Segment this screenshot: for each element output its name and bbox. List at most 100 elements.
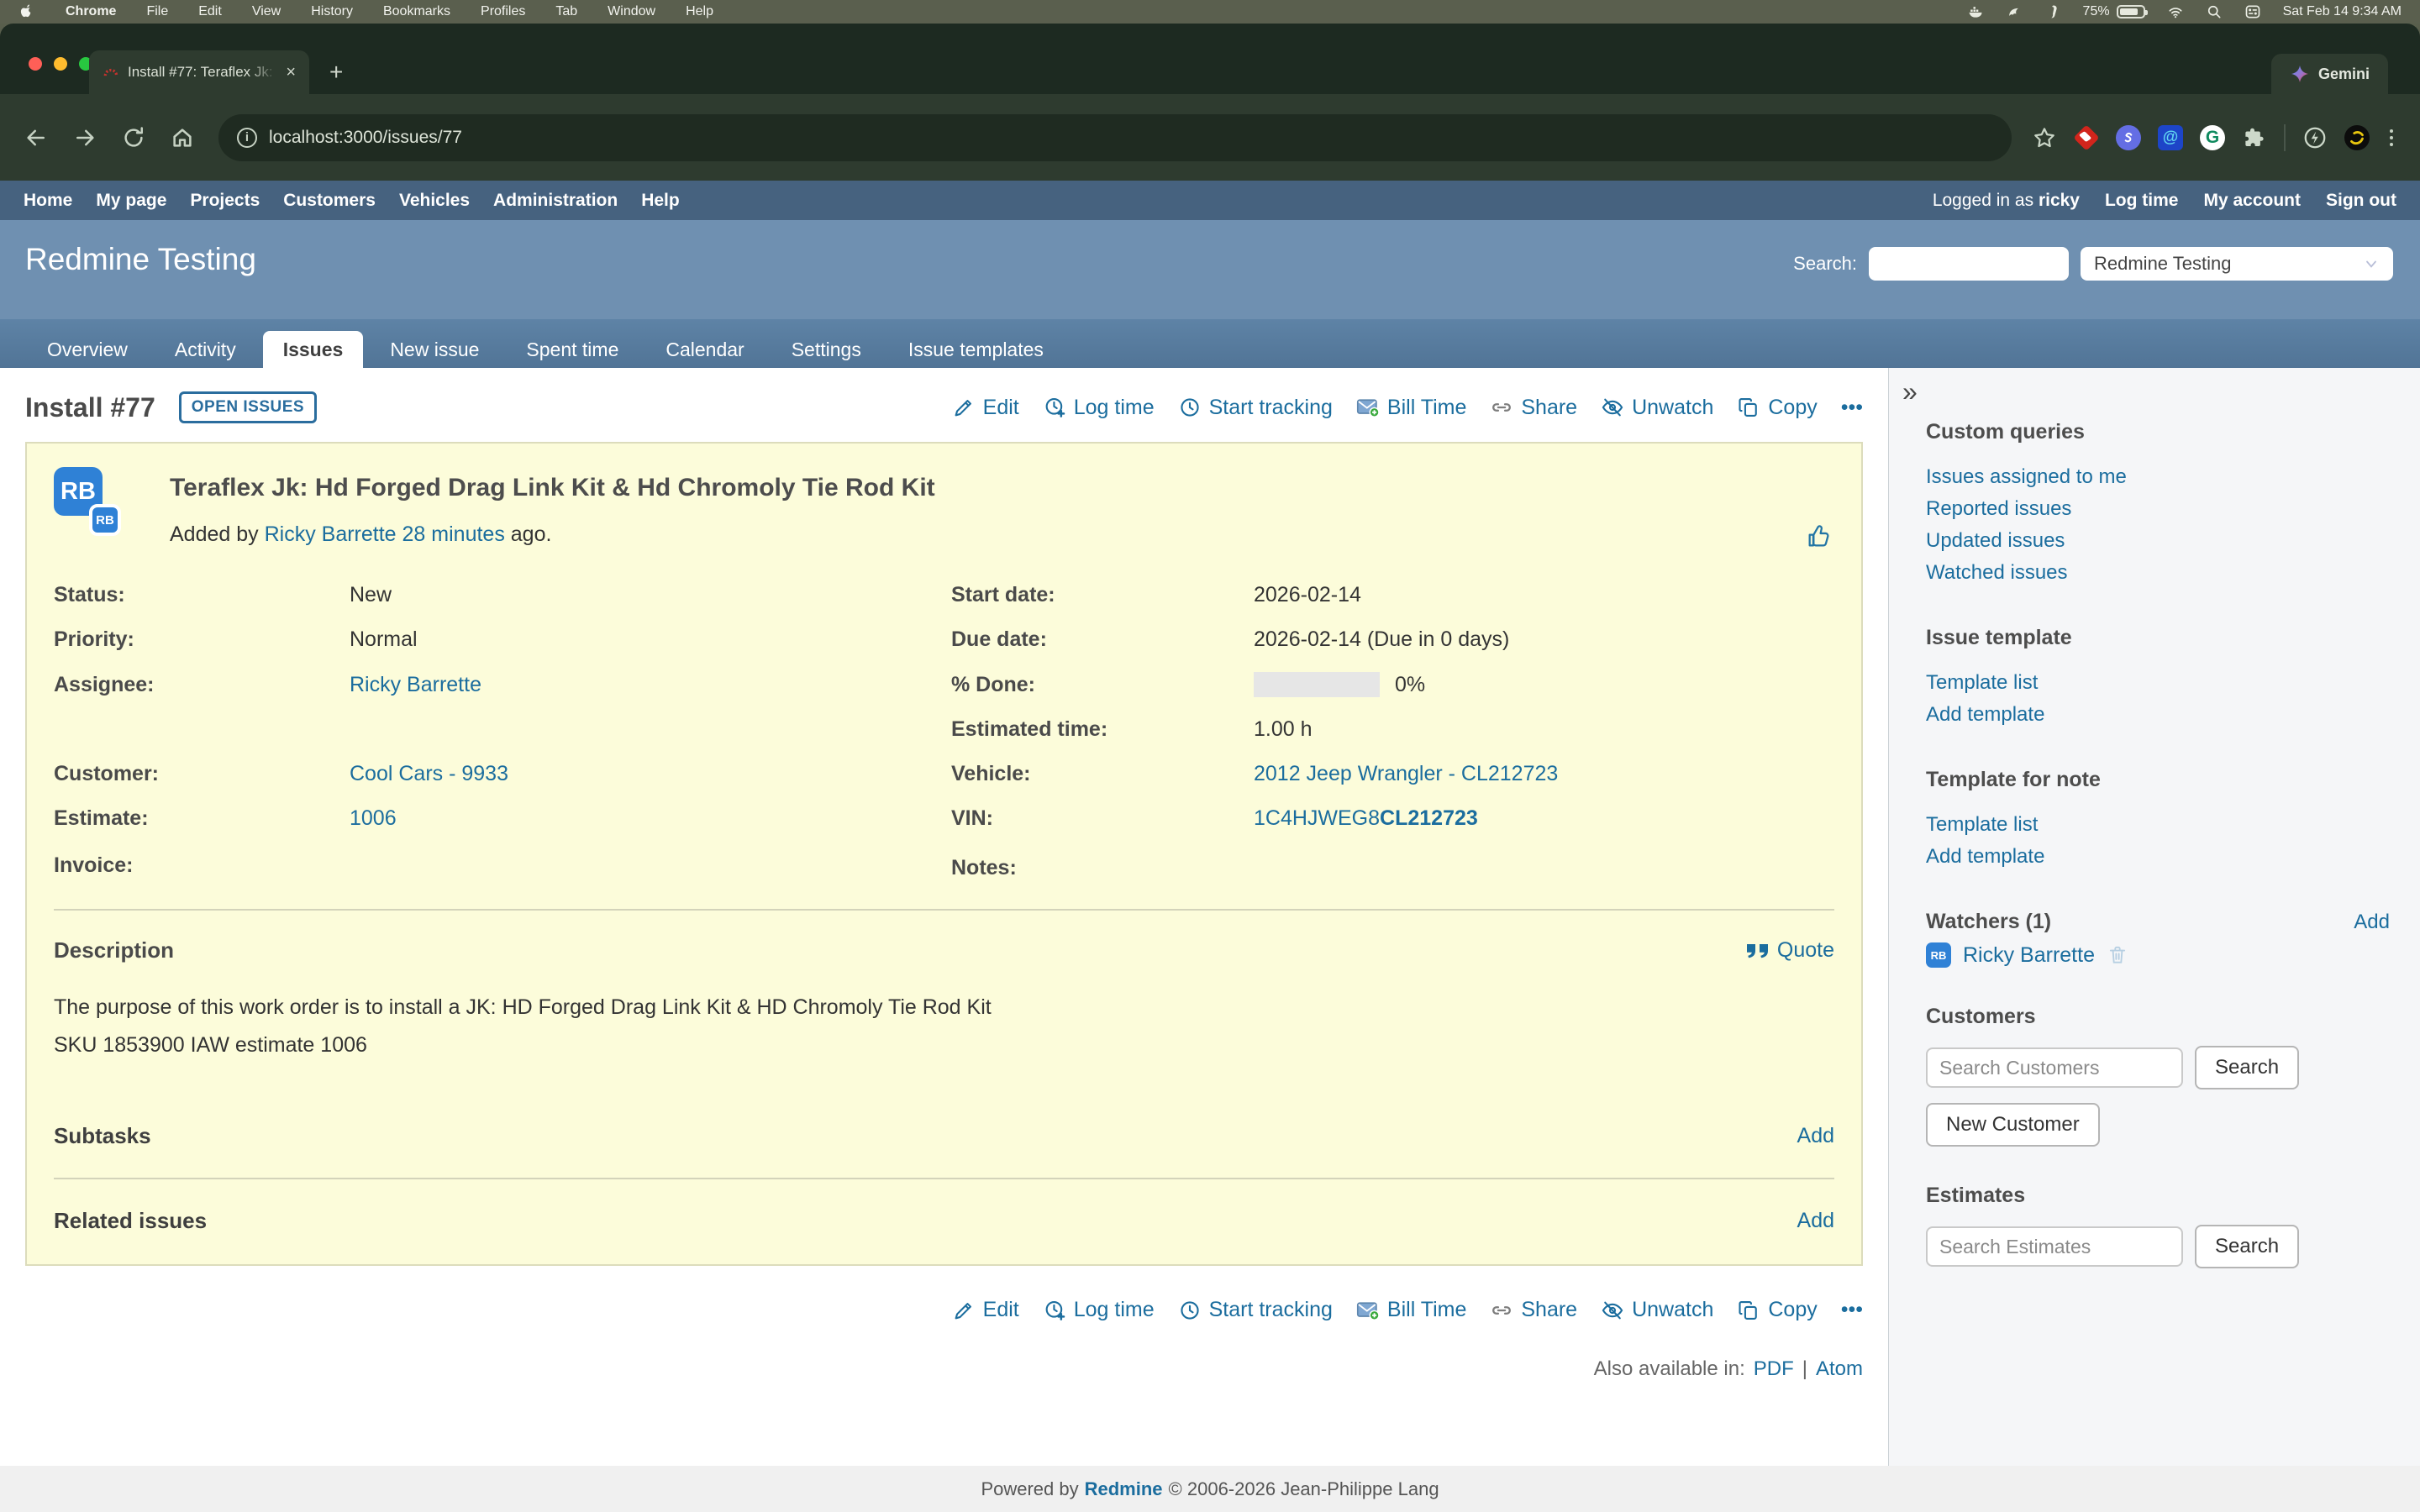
tab-new-issue[interactable]: New issue — [370, 331, 499, 368]
gemini-button[interactable]: Gemini — [2271, 54, 2388, 94]
topmenu-home[interactable]: Home — [24, 191, 72, 211]
copy-action[interactable]: Copy — [1737, 396, 1817, 420]
tab-settings[interactable]: Settings — [771, 331, 881, 368]
extension-icon-at[interactable] — [2158, 125, 2183, 150]
tab-calendar[interactable]: Calendar — [645, 331, 764, 368]
add-subtask-link[interactable]: Add — [1797, 1124, 1834, 1148]
menubar-item-view[interactable]: View — [252, 4, 281, 19]
add-watcher-link[interactable]: Add — [2354, 911, 2390, 934]
tab-issues[interactable]: Issues — [263, 331, 364, 368]
url-text[interactable]: localhost:3000/issues/77 — [269, 128, 462, 148]
menubar-app-name[interactable]: Chrome — [66, 4, 116, 19]
tab-issue-templates[interactable]: Issue templates — [888, 331, 1064, 368]
forward-icon[interactable] — [72, 125, 97, 150]
menubar-item-tab[interactable]: Tab — [555, 4, 577, 19]
menubar-item-bookmarks[interactable]: Bookmarks — [383, 4, 450, 19]
address-bar[interactable]: localhost:3000/issues/77 — [218, 114, 2012, 161]
minimize-window-button[interactable] — [54, 57, 67, 71]
atom-link[interactable]: Atom — [1816, 1357, 1863, 1381]
vin-link[interactable]: 1C4HJWEG8CL212723 — [1254, 806, 1478, 830]
reload-icon[interactable] — [121, 125, 146, 150]
topmenu-my-page[interactable]: My page — [96, 191, 166, 211]
apple-menu-icon[interactable] — [18, 3, 35, 20]
log-time-action[interactable]: Log time — [1043, 396, 1155, 420]
delete-watcher-icon[interactable] — [2107, 944, 2128, 966]
topmenu-help[interactable]: Help — [641, 191, 680, 211]
wifi-icon[interactable] — [2167, 3, 2184, 20]
edit-action[interactable]: Edit — [952, 396, 1019, 420]
copy-action-bottom[interactable]: Copy — [1737, 1298, 1817, 1322]
new-tab-button[interactable] — [329, 60, 343, 84]
query-updated-issues[interactable]: Updated issues — [1926, 525, 2390, 557]
topmenu-projects[interactable]: Projects — [190, 191, 260, 211]
topmenu-sign-out[interactable]: Sign out — [2326, 191, 2396, 211]
watcher-name-link[interactable]: Ricky Barrette — [1963, 943, 2095, 968]
add-related-issue-link[interactable]: Add — [1797, 1209, 1834, 1233]
chrome-menu-icon[interactable] — [2386, 129, 2396, 146]
search-customers-button[interactable]: Search — [2195, 1046, 2299, 1089]
share-action-bottom[interactable]: Share — [1490, 1298, 1577, 1322]
topmenu-log-time[interactable]: Log time — [2105, 191, 2179, 211]
share-action[interactable]: Share — [1490, 396, 1577, 420]
more-actions-bottom[interactable]: ••• — [1841, 1298, 1863, 1322]
battery-saver-icon[interactable] — [2302, 125, 2328, 150]
extensions-puzzle-icon[interactable] — [2242, 125, 2267, 150]
vehicle-link[interactable]: 2012 Jeep Wrangler - CL212723 — [1254, 762, 1558, 785]
redmine-link[interactable]: Redmine — [1085, 1478, 1163, 1500]
menubar-clock[interactable]: Sat Feb 14 9:34 AM — [2283, 4, 2402, 19]
note-template-list-link[interactable]: Template list — [1926, 809, 2390, 841]
menubar-item-file[interactable]: File — [146, 4, 168, 19]
quote-action[interactable]: Quote — [1745, 938, 1834, 963]
unwatch-action-bottom[interactable]: Unwatch — [1601, 1298, 1713, 1322]
issue-template-list-link[interactable]: Template list — [1926, 667, 2390, 699]
thumbs-up-icon[interactable] — [1806, 522, 1833, 549]
start-tracking-action[interactable]: Start tracking — [1178, 396, 1333, 420]
battery-indicator[interactable]: 75% — [2083, 4, 2145, 19]
note-add-template-link[interactable]: Add template — [1926, 841, 2390, 873]
tab-close-icon[interactable] — [286, 64, 296, 81]
search-customers-input[interactable] — [1926, 1047, 2183, 1088]
topmenu-my-account[interactable]: My account — [2203, 191, 2301, 211]
back-icon[interactable] — [24, 125, 49, 150]
menubar-item-window[interactable]: Window — [608, 4, 655, 19]
extension-icon-grammarly[interactable] — [2200, 125, 2225, 150]
customer-link[interactable]: Cool Cars - 9933 — [350, 762, 508, 785]
close-window-button[interactable] — [29, 57, 42, 71]
site-info-icon[interactable] — [237, 128, 257, 148]
home-icon[interactable] — [170, 125, 195, 150]
topmenu-vehicles[interactable]: Vehicles — [399, 191, 470, 211]
sidebar-collapse-icon[interactable]: » — [1902, 376, 1918, 407]
seahorse-app-menubar-icon[interactable] — [2044, 3, 2061, 20]
search-estimates-button[interactable]: Search — [2195, 1225, 2299, 1268]
control-center-icon[interactable] — [2244, 3, 2261, 20]
bill-time-action-bottom[interactable]: Bill Time — [1356, 1298, 1466, 1322]
query-reported-issues[interactable]: Reported issues — [1926, 493, 2390, 525]
query-issues-assigned-to-me[interactable]: Issues assigned to me — [1926, 461, 2390, 493]
more-actions[interactable]: ••• — [1841, 396, 1863, 420]
unwatch-action[interactable]: Unwatch — [1601, 396, 1713, 420]
log-time-action-bottom[interactable]: Log time — [1043, 1298, 1155, 1322]
profile-avatar[interactable] — [2344, 125, 2370, 150]
menubar-item-profiles[interactable]: Profiles — [481, 4, 525, 19]
menubar-item-edit[interactable]: Edit — [198, 4, 222, 19]
added-time-link[interactable]: 28 minutes — [402, 522, 505, 546]
extension-icon-swirl[interactable] — [2116, 125, 2141, 150]
tab-spent-time[interactable]: Spent time — [506, 331, 639, 368]
bookmark-star-icon[interactable] — [2032, 125, 2057, 150]
issue-add-template-link[interactable]: Add template — [1926, 699, 2390, 731]
topmenu-customers[interactable]: Customers — [283, 191, 376, 211]
menubar-item-help[interactable]: Help — [686, 4, 713, 19]
spotlight-search-icon[interactable] — [2206, 3, 2223, 20]
quick-search-input[interactable] — [1869, 247, 2069, 281]
topmenu-administration[interactable]: Administration — [493, 191, 618, 211]
tab-activity[interactable]: Activity — [155, 331, 256, 368]
pdf-link[interactable]: PDF — [1754, 1357, 1794, 1381]
tab-overview[interactable]: Overview — [27, 331, 148, 368]
menubar-item-history[interactable]: History — [311, 4, 353, 19]
new-customer-button[interactable]: New Customer — [1926, 1103, 2100, 1147]
bill-time-action[interactable]: Bill Time — [1356, 396, 1466, 420]
extension-icon-red[interactable] — [2074, 125, 2099, 150]
browser-tab[interactable]: Install #77: Teraflex Jk: Hd Fo — [89, 50, 309, 94]
docker-menubar-icon[interactable] — [1967, 3, 1984, 20]
creature-app-menubar-icon[interactable] — [2006, 3, 2023, 20]
